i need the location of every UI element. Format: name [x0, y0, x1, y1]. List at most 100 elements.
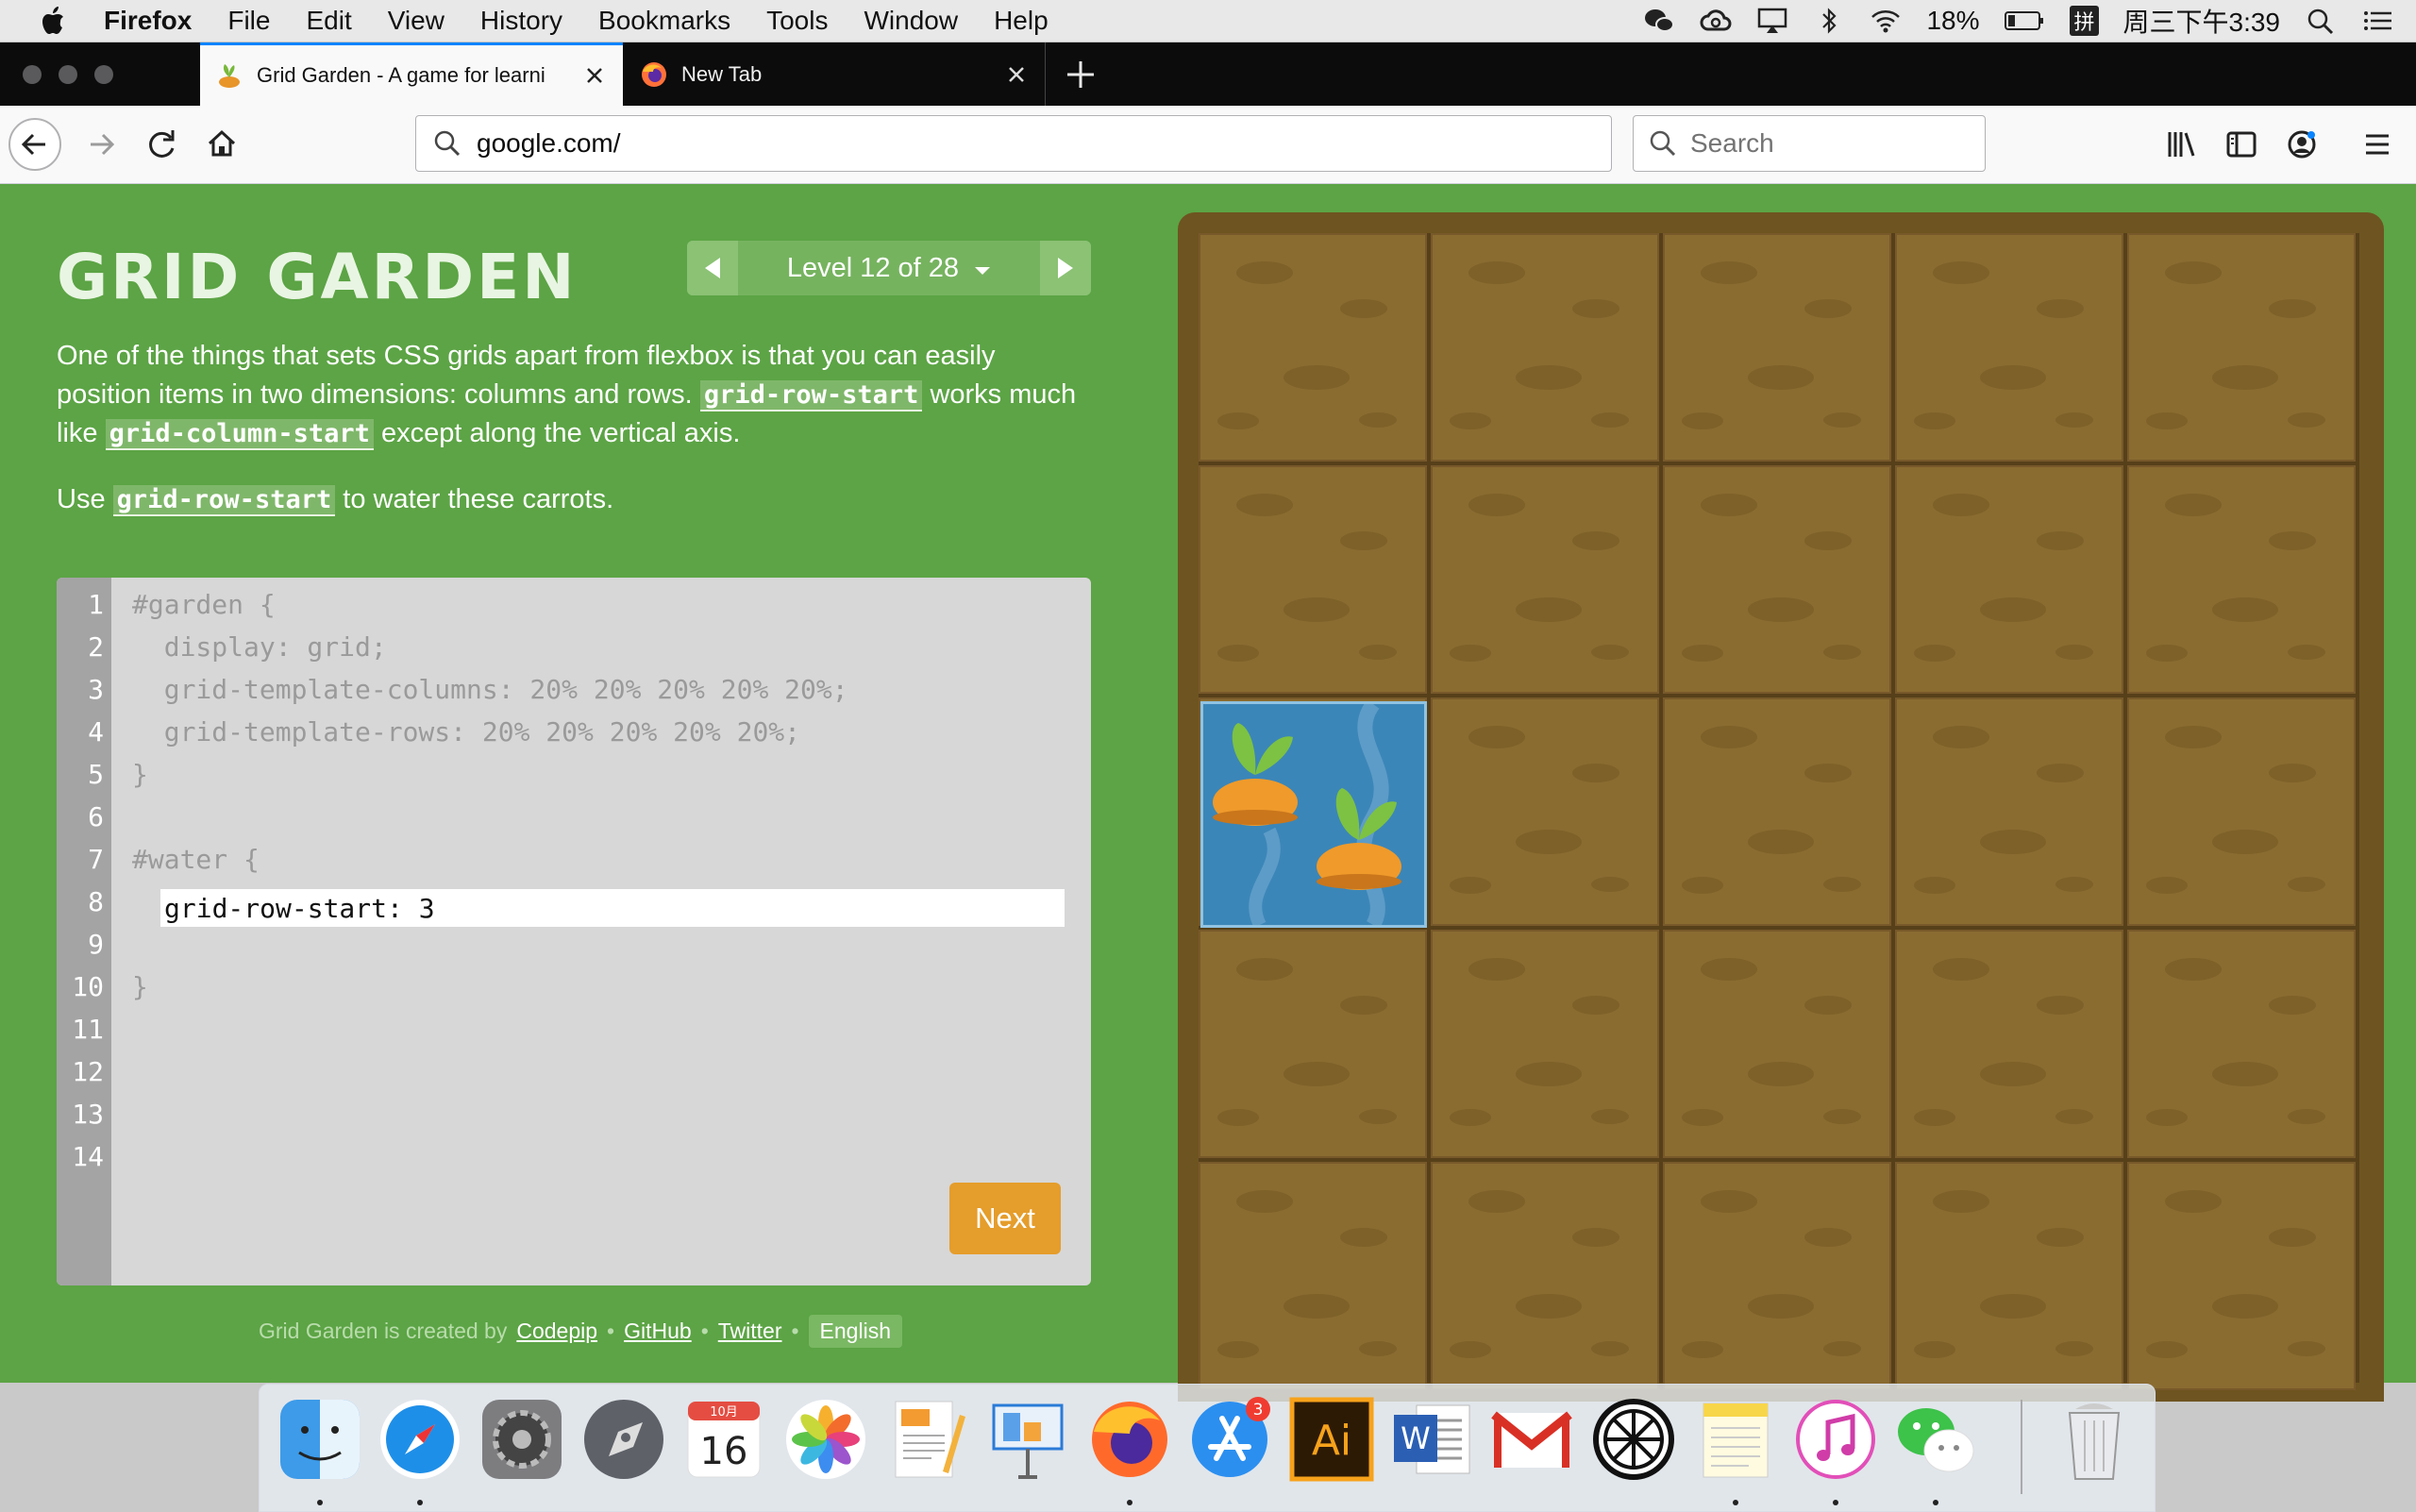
soil-pebble [1516, 365, 1582, 390]
soil-pebble [2165, 958, 2222, 981]
soil-pebble [1823, 412, 1861, 428]
launchpad-icon[interactable] [580, 1396, 667, 1483]
apple-icon[interactable] [40, 6, 66, 36]
separator: • [607, 1319, 615, 1343]
css-answer-input[interactable] [160, 889, 1065, 927]
keynote-icon[interactable] [984, 1396, 1071, 1483]
code-line: grid-template-rows: 20% 20% 20% 20% 20%; [132, 716, 801, 748]
soil-pebble [2212, 830, 2278, 854]
pages-icon[interactable] [882, 1396, 969, 1483]
menu-history[interactable]: History [480, 6, 562, 36]
close-tab-icon[interactable] [1003, 61, 1030, 88]
menu-app-name[interactable]: Firefox [104, 6, 192, 36]
itunes-icon[interactable] [1792, 1396, 1879, 1483]
wifi-icon[interactable] [1870, 7, 1902, 35]
soil-pebble [1823, 1341, 1861, 1356]
new-tab-plus-icon[interactable] [1062, 56, 1099, 93]
spotlight-search-icon[interactable] [2305, 7, 2337, 35]
bluetooth-icon[interactable] [1813, 7, 1845, 35]
input-method-indicator[interactable]: 拼 [2070, 6, 2099, 36]
gmail-icon[interactable] [1488, 1396, 1575, 1483]
soil-pebble [1572, 299, 1619, 318]
reload-icon[interactable] [134, 117, 189, 172]
codepip-link[interactable]: Codepip [516, 1319, 597, 1344]
twitter-link[interactable]: Twitter [718, 1319, 782, 1344]
menu-view[interactable]: View [388, 6, 445, 36]
soil-cell [2127, 697, 2356, 926]
soil-pebble [2055, 645, 2093, 660]
notes-icon[interactable] [1692, 1396, 1779, 1483]
photos-icon[interactable] [782, 1396, 869, 1483]
soil-pebble [2165, 494, 2222, 516]
tab-new-tab[interactable]: New Tab [625, 42, 1046, 106]
soil-pebble [2146, 412, 2188, 429]
soil-cell [1663, 233, 1891, 462]
menu-edit[interactable]: Edit [306, 6, 351, 36]
word-icon[interactable]: W [1388, 1396, 1475, 1483]
soil-pebble [1284, 1294, 1350, 1319]
code-line: display: grid; [132, 631, 387, 663]
soil-pebble [2146, 1109, 2188, 1126]
running-indicator [1833, 1500, 1838, 1505]
tab-strip: Grid Garden - A game for learni New Tab [0, 42, 2416, 106]
wechat-status-icon[interactable] [1643, 7, 1675, 35]
github-link[interactable]: GitHub [624, 1319, 692, 1344]
separator: • [791, 1319, 799, 1343]
hamburger-menu-icon[interactable] [2350, 117, 2405, 172]
battery-icon[interactable] [2004, 7, 2045, 35]
illustrator-icon[interactable]: Ai [1288, 1396, 1375, 1483]
system-preferences-icon[interactable] [478, 1396, 565, 1483]
library-icon[interactable] [2154, 117, 2208, 172]
back-button-icon[interactable] [8, 117, 62, 172]
next-button[interactable]: Next [949, 1183, 1061, 1254]
soil-pebble [1572, 531, 1619, 550]
window-zoom-button[interactable] [94, 65, 113, 84]
close-tab-icon[interactable] [581, 62, 608, 89]
firefox-dock-icon[interactable] [1086, 1396, 1173, 1483]
soil-pebble [1804, 764, 1852, 782]
level-dropdown[interactable]: Level 12 of 28 [738, 253, 1040, 284]
tab-grid-garden[interactable]: Grid Garden - A game for learni [200, 42, 623, 106]
safari-icon[interactable] [377, 1396, 463, 1483]
app-store-icon[interactable]: 3 [1186, 1396, 1273, 1483]
creative-cloud-icon[interactable] [1700, 7, 1732, 35]
instructions-paragraph: One of the things that sets CSS grids ap… [57, 337, 1095, 453]
finder-icon[interactable] [277, 1396, 363, 1483]
menu-window[interactable]: Window [864, 6, 958, 36]
url-text[interactable]: google.com/ [477, 128, 621, 159]
next-level-button[interactable] [1040, 241, 1091, 295]
line-number: 1 [88, 589, 104, 620]
wechat-icon[interactable] [1892, 1396, 1979, 1483]
menu-bookmarks[interactable]: Bookmarks [598, 6, 730, 36]
soil-pebble [1591, 412, 1629, 428]
soil-pebble [1572, 996, 1619, 1015]
window-close-button[interactable] [23, 65, 42, 84]
previous-level-button[interactable] [687, 241, 738, 295]
line-number-gutter: 1 2 3 4 5 6 7 8 9 10 11 12 13 14 [57, 578, 111, 1285]
search-bar[interactable]: Search [1633, 115, 1986, 172]
carrots-icon [1213, 699, 1401, 930]
soil-pebble [1823, 1109, 1861, 1124]
account-icon[interactable] [2274, 117, 2329, 172]
lemon-cleaner-icon[interactable] [1590, 1396, 1677, 1483]
notification-center-icon[interactable] [2361, 7, 2393, 35]
soil-pebble [1933, 261, 1989, 284]
window-minimize-button[interactable] [59, 65, 77, 84]
calendar-icon[interactable]: 10月 16 [680, 1396, 767, 1483]
level-selector: Level 12 of 28 [687, 241, 1091, 295]
menu-tools[interactable]: Tools [766, 6, 828, 36]
sidebar-toggle-icon[interactable] [2214, 117, 2269, 172]
menu-help[interactable]: Help [994, 6, 1049, 36]
soil-cell [2127, 930, 2356, 1158]
airplay-icon[interactable] [1756, 7, 1788, 35]
home-icon[interactable] [194, 117, 249, 172]
trash-icon[interactable] [2051, 1396, 2138, 1483]
soil-pebble [1748, 1294, 1814, 1319]
soil-pebble [1682, 1109, 1723, 1126]
menu-file[interactable]: File [227, 6, 270, 36]
language-selector[interactable]: English [808, 1315, 902, 1348]
navigation-toolbar: google.com/ Search [0, 106, 2416, 184]
forward-button-icon[interactable] [74, 117, 128, 172]
clock[interactable]: 周三下午3:39 [2123, 2, 2281, 40]
url-bar[interactable]: google.com/ [415, 115, 1612, 172]
